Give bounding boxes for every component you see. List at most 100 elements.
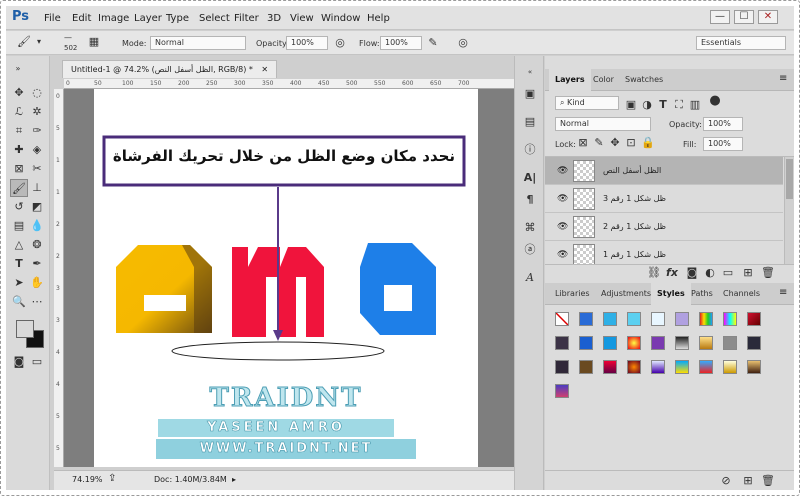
style-swatch[interactable] bbox=[627, 336, 641, 350]
style-swatch[interactable] bbox=[651, 360, 665, 374]
style-swatch[interactable] bbox=[627, 312, 641, 326]
quick-mask-icon[interactable]: ◙ bbox=[10, 353, 28, 371]
style-swatch[interactable] bbox=[699, 360, 713, 374]
style-swatch[interactable] bbox=[555, 360, 569, 374]
brush-tool-icon[interactable]: 🖌 bbox=[10, 179, 28, 197]
paragraph-panel-icon[interactable]: ¶ bbox=[522, 192, 538, 208]
zoom-icon[interactable]: 🔍 bbox=[10, 293, 28, 311]
healing-brush-icon[interactable]: ✚ bbox=[10, 141, 28, 159]
patch-icon[interactable]: ◈ bbox=[28, 141, 46, 159]
panel-menu-icon[interactable]: ≡ bbox=[779, 73, 787, 84]
style-swatch[interactable] bbox=[651, 336, 665, 350]
layer-row[interactable]: 👁 ظل شكل 1 رقم 2 bbox=[545, 213, 783, 241]
brush-settings-icon[interactable]: ▦ bbox=[86, 35, 102, 49]
style-swatch[interactable] bbox=[747, 360, 761, 374]
style-swatch[interactable] bbox=[555, 384, 569, 398]
pressure-opacity-icon[interactable]: ◎ bbox=[333, 36, 347, 50]
tab-layers[interactable]: Layers bbox=[549, 69, 591, 91]
panel-menu-icon[interactable]: ≡ bbox=[779, 287, 787, 298]
filter-shape-icon[interactable]: ⛶ bbox=[673, 98, 685, 112]
clone-stamp-icon[interactable]: ⊥ bbox=[28, 179, 46, 197]
layer-name[interactable]: ظل شكل 1 رقم 3 bbox=[603, 194, 666, 203]
style-swatch[interactable] bbox=[675, 312, 689, 326]
airbrush-icon[interactable]: ✎ bbox=[426, 36, 440, 50]
style-swatch[interactable] bbox=[579, 312, 593, 326]
trash-icon[interactable]: 🗑 bbox=[761, 266, 775, 280]
style-swatch[interactable] bbox=[699, 312, 713, 326]
zoom-level[interactable]: 74.19% bbox=[72, 475, 103, 484]
style-swatch[interactable] bbox=[603, 360, 617, 374]
link-layers-icon[interactable]: ⛓ bbox=[647, 266, 661, 280]
style-swatch[interactable] bbox=[603, 312, 617, 326]
visibility-eye-icon[interactable]: 👁 bbox=[557, 222, 568, 232]
style-swatch[interactable] bbox=[579, 360, 593, 374]
style-swatch[interactable] bbox=[555, 336, 569, 350]
maximize-button[interactable]: ☐ bbox=[734, 10, 754, 24]
visibility-eye-icon[interactable]: 👁 bbox=[557, 194, 568, 204]
menu-layer[interactable]: Layer bbox=[134, 13, 162, 24]
clear-style-icon[interactable]: ⊘ bbox=[719, 474, 733, 488]
layer-name[interactable]: ظل شكل 1 رقم 2 bbox=[603, 222, 666, 231]
character-styles-icon[interactable]: ⓐ bbox=[522, 242, 538, 258]
menu-filter[interactable]: Filter bbox=[234, 13, 259, 24]
sponge-icon[interactable]: ❂ bbox=[28, 236, 46, 254]
marquee-icon[interactable]: ◌ bbox=[28, 84, 46, 102]
filter-adjustment-icon[interactable]: ◑ bbox=[641, 98, 653, 112]
dock-collapse-icon[interactable]: « bbox=[522, 64, 538, 80]
scrollbar-thumb[interactable] bbox=[786, 159, 793, 199]
gradient-icon[interactable]: ▤ bbox=[10, 217, 28, 235]
glyph-panel-icon[interactable]: A bbox=[522, 270, 538, 286]
layer-row[interactable]: 👁 ظل شكل 1 رقم 1 bbox=[545, 241, 783, 264]
style-swatch-none[interactable] bbox=[555, 312, 569, 326]
menu-window[interactable]: Window bbox=[321, 13, 360, 24]
path-selection-icon[interactable]: ➤ bbox=[10, 274, 28, 292]
menu-type[interactable]: Type bbox=[166, 13, 189, 24]
menu-file[interactable]: File bbox=[44, 13, 61, 24]
lock-all-icon[interactable]: 🔒 bbox=[641, 136, 655, 150]
fill-input[interactable]: 100% bbox=[703, 137, 743, 151]
history-panel-icon[interactable]: ▣ bbox=[522, 86, 538, 102]
style-swatch[interactable] bbox=[675, 360, 689, 374]
tab-libraries[interactable]: Libraries bbox=[549, 283, 596, 305]
dropdown-arrow-icon[interactable]: ▾ bbox=[34, 35, 44, 49]
tab-adjustments[interactable]: Adjustments bbox=[595, 283, 657, 305]
document-canvas[interactable]: نحدد مكان وضع الظل من خلال تحريك الفرشاة… bbox=[94, 89, 478, 467]
visibility-eye-icon[interactable]: 👁 bbox=[557, 166, 568, 176]
minimize-button[interactable]: — bbox=[710, 10, 730, 24]
layers-scrollbar[interactable] bbox=[784, 157, 794, 264]
menu-view[interactable]: View bbox=[290, 13, 314, 24]
blur-icon[interactable]: 💧 bbox=[28, 217, 46, 235]
properties-panel-icon[interactable]: ▤ bbox=[522, 114, 538, 130]
new-style-icon[interactable]: ⊞ bbox=[741, 474, 755, 488]
move-icon[interactable]: ✥ bbox=[10, 84, 28, 102]
filter-type-icon[interactable]: T bbox=[657, 98, 669, 112]
tab-color[interactable]: Color bbox=[587, 69, 620, 91]
hand-icon[interactable]: ✋ bbox=[28, 274, 46, 292]
style-swatch[interactable] bbox=[579, 336, 593, 350]
style-swatch[interactable] bbox=[723, 360, 737, 374]
close-button[interactable]: ✕ bbox=[758, 10, 778, 24]
brush-preset-icon[interactable]: 🖌 bbox=[16, 35, 32, 49]
slice-icon[interactable]: ✂ bbox=[28, 160, 46, 178]
eyedropper-icon[interactable]: ✑ bbox=[28, 122, 46, 140]
menu-help[interactable]: Help bbox=[367, 13, 390, 24]
new-group-icon[interactable]: ▭ bbox=[721, 266, 735, 280]
new-layer-icon[interactable]: ⊞ bbox=[741, 266, 755, 280]
lock-pixels-icon[interactable]: ✎ bbox=[593, 136, 605, 150]
panel-collapse-icon[interactable]: » bbox=[9, 60, 27, 78]
magic-wand-icon[interactable]: ✲ bbox=[28, 103, 46, 121]
screen-mode-icon[interactable]: ▭ bbox=[28, 353, 46, 371]
style-swatch[interactable] bbox=[723, 336, 737, 350]
adjustment-layer-icon[interactable]: ◐ bbox=[703, 266, 717, 280]
trash-icon[interactable]: 🗑 bbox=[761, 474, 775, 488]
style-swatch[interactable] bbox=[675, 336, 689, 350]
layer-row[interactable]: 👁 الظل أسفل النص bbox=[545, 157, 783, 185]
lock-position-icon[interactable]: ✥ bbox=[609, 136, 621, 150]
tab-paths[interactable]: Paths bbox=[685, 283, 719, 305]
status-arrow-icon[interactable]: ▸ bbox=[232, 475, 236, 484]
opacity-input[interactable]: 100% bbox=[286, 36, 328, 50]
info-panel-icon[interactable]: ⓘ bbox=[522, 142, 538, 158]
menu-image[interactable]: Image bbox=[98, 13, 129, 24]
lock-artboard-icon[interactable]: ⊡ bbox=[625, 136, 637, 150]
crop-icon[interactable]: ⌗ bbox=[10, 122, 28, 140]
